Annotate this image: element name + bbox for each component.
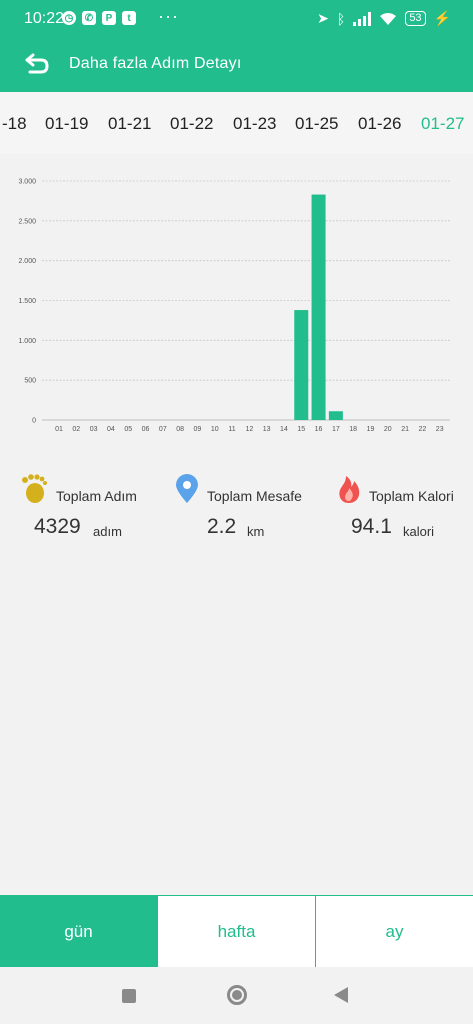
stats-summary: Toplam Adım 4329 adım Toplam Mesafe 2.2 …	[0, 470, 473, 550]
distance-value: 2.2	[207, 515, 237, 538]
steps-value: 4329	[34, 515, 81, 538]
calories-unit: kalori	[403, 524, 435, 539]
tab-week[interactable]: hafta	[157, 896, 315, 967]
x-tick-label: 19	[367, 426, 375, 433]
system-icons: ➤ ᛒ 53 ⚡	[317, 10, 451, 27]
x-tick-label: 22	[418, 426, 426, 433]
nav-back-icon[interactable]	[334, 987, 348, 1003]
paypal-icon: P	[102, 11, 116, 25]
y-tick-label: 500	[24, 378, 36, 385]
home-icon[interactable]	[227, 985, 247, 1005]
x-tick-label: 08	[176, 426, 184, 433]
signal-icon	[353, 11, 372, 26]
notification-icons: ◷ ✆ P t	[62, 11, 136, 25]
y-tick-label: 0	[32, 418, 36, 425]
y-tick-label: 2.500	[18, 218, 36, 225]
period-tabs: gün hafta ay	[0, 895, 473, 967]
recents-icon[interactable]	[122, 989, 136, 1003]
x-tick-label: 23	[436, 426, 444, 433]
date-item[interactable]: -18	[2, 114, 27, 134]
x-tick-label: 06	[142, 426, 150, 433]
y-tick-label: 1.500	[18, 298, 36, 305]
battery-icon: 53	[405, 11, 426, 26]
bar	[328, 411, 343, 420]
steps-unit: adım	[93, 524, 122, 539]
y-tick-label: 3.000	[18, 179, 36, 186]
footprint-icon	[22, 474, 47, 503]
calories-label: Toplam Kalori	[369, 488, 454, 504]
date-item[interactable]: 01-23	[233, 114, 276, 134]
x-tick-label: 10	[211, 426, 219, 433]
date-item[interactable]: 01-19	[45, 114, 88, 134]
steps-label: Toplam Adım	[56, 488, 137, 504]
status-time: 10:22	[24, 10, 65, 27]
x-tick-label: 01	[55, 426, 63, 433]
date-item[interactable]: 01-25	[295, 114, 338, 134]
steps-chart: 0 500 1.000 1.500 2.000 2.500 3.000 01 02 03 04 05 0…	[0, 168, 473, 440]
location-icon: ➤	[317, 10, 329, 26]
date-item-selected[interactable]: 01-27	[421, 114, 464, 134]
system-nav-bar	[0, 967, 473, 1024]
x-tick-label: 12	[245, 426, 253, 433]
flame-icon	[339, 476, 360, 503]
page-title: Daha fazla Adım Detayı	[69, 55, 242, 72]
x-tick-label: 13	[263, 426, 271, 433]
back-arrow-icon[interactable]	[24, 52, 50, 76]
x-tick-label: 14	[280, 426, 288, 433]
location-pin-icon	[176, 474, 198, 503]
x-tick-label: 04	[107, 426, 115, 433]
status-bar: 10:22 ◷ ✆ P t ··· ➤ ᛒ 53 ⚡	[0, 0, 473, 38]
x-tick-label: 21	[401, 426, 409, 433]
x-tick-label: 18	[349, 426, 357, 433]
bluetooth-icon: ᛒ	[336, 10, 346, 27]
x-tick-label: 15	[297, 426, 305, 433]
bar	[294, 310, 309, 420]
twitter-icon: t	[122, 11, 136, 25]
y-tick-label: 2.000	[18, 258, 36, 265]
wifi-icon	[380, 12, 397, 25]
alarm-icon: ◷	[62, 11, 76, 25]
steps-bar-chart: 0 500 1.000 1.500 2.000 2.500 3.000 01 02 03 04 05 0…	[18, 179, 450, 433]
date-item[interactable]: 01-22	[170, 114, 213, 134]
x-tick-label: 03	[90, 426, 98, 433]
distance-unit: km	[247, 524, 265, 539]
bar	[311, 194, 326, 420]
app-bar: Daha fazla Adım Detayı	[0, 38, 473, 92]
whatsapp-icon: ✆	[82, 11, 96, 25]
x-tick-label: 20	[384, 426, 392, 433]
calories-value: 94.1	[351, 515, 392, 538]
x-tick-label: 09	[194, 426, 202, 433]
date-selector: -18 01-19 01-21 01-22 01-23 01-25 01-26 …	[0, 92, 473, 154]
distance-label: Toplam Mesafe	[207, 488, 302, 504]
y-tick-label: 1.000	[18, 338, 36, 345]
overflow-icon: ···	[158, 6, 179, 26]
tab-day[interactable]: gün	[0, 896, 157, 967]
x-tick-label: 02	[72, 426, 80, 433]
x-tick-label: 11	[228, 426, 235, 433]
tab-month[interactable]: ay	[315, 896, 473, 967]
x-tick-label: 17	[332, 426, 340, 433]
date-item[interactable]: 01-26	[358, 114, 401, 134]
x-tick-label: 16	[315, 426, 323, 433]
x-tick-label: 05	[124, 426, 132, 433]
date-item[interactable]: 01-21	[108, 114, 151, 134]
charging-icon: ⚡	[433, 10, 451, 26]
x-tick-label: 07	[159, 426, 167, 433]
